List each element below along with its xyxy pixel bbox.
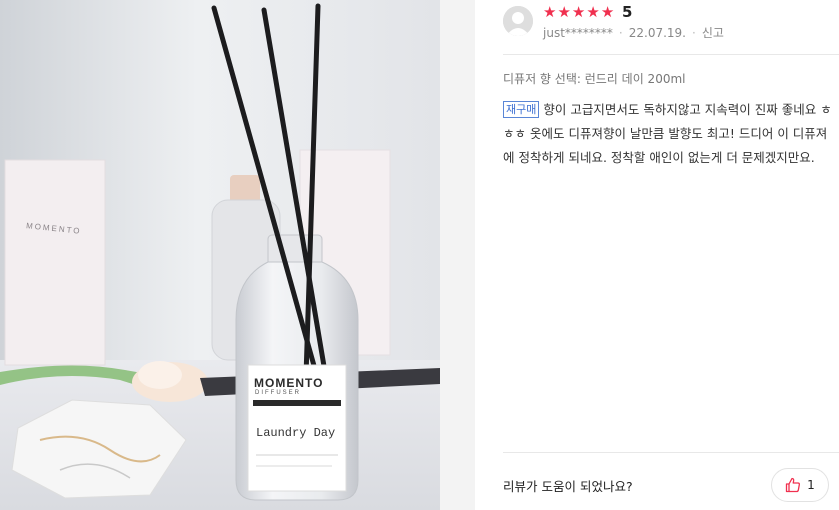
star-icon: ★ bbox=[557, 3, 571, 21]
review-date: 22.07.19. bbox=[628, 26, 686, 40]
rating-stars: ★ ★ ★ ★ ★ bbox=[543, 4, 614, 20]
review-panel: ★ ★ ★ ★ ★ 5 just******** · 22.07.19. · 신… bbox=[475, 0, 839, 510]
diffuser-photo-illustration bbox=[0, 0, 440, 510]
default-user-icon bbox=[503, 6, 533, 36]
star-icon: ★ bbox=[600, 3, 615, 21]
report-link[interactable]: 신고 bbox=[702, 25, 724, 41]
thumbs-up-icon bbox=[786, 477, 801, 493]
repurchase-badge: 재구매 bbox=[503, 101, 540, 118]
meta-separator: · bbox=[618, 26, 623, 40]
helpful-button[interactable]: 1 bbox=[771, 468, 829, 502]
helpful-count: 1 bbox=[807, 478, 815, 492]
meta-separator: · bbox=[692, 26, 696, 40]
label-brand: MOMENTO bbox=[254, 376, 324, 390]
purchase-option: 디퓨저 향 선택: 런드리 데이 200ml bbox=[503, 72, 686, 86]
label-product-name: Laundry Day bbox=[256, 426, 336, 440]
reviewer-id: just******** bbox=[543, 26, 613, 40]
rating-score: 5 bbox=[622, 3, 633, 21]
review-meta: just******** · 22.07.19. · 신고 bbox=[543, 25, 724, 41]
star-icon: ★ bbox=[571, 3, 586, 21]
review-text: 향이 고급지면서도 독하지않고 지속력이 진짜 좋네요 ㅎㅎㅎ 옷에도 디퓨져향… bbox=[503, 102, 832, 165]
divider bbox=[503, 452, 839, 453]
helpful-question: 리뷰가 도움이 되었나요? bbox=[503, 479, 633, 494]
review-body: 재구매 향이 고급지면서도 독하지않고 지속력이 진짜 좋네요 ㅎㅎㅎ 옷에도 디… bbox=[503, 98, 833, 170]
star-icon: ★ bbox=[543, 3, 557, 21]
divider bbox=[503, 54, 839, 55]
panel-gutter bbox=[440, 0, 475, 510]
review-photo[interactable]: MOMENTO DIFFUSER Laundry Day MOMENTO bbox=[0, 0, 440, 510]
label-sub: DIFFUSER bbox=[255, 390, 301, 396]
star-icon: ★ bbox=[586, 3, 600, 21]
